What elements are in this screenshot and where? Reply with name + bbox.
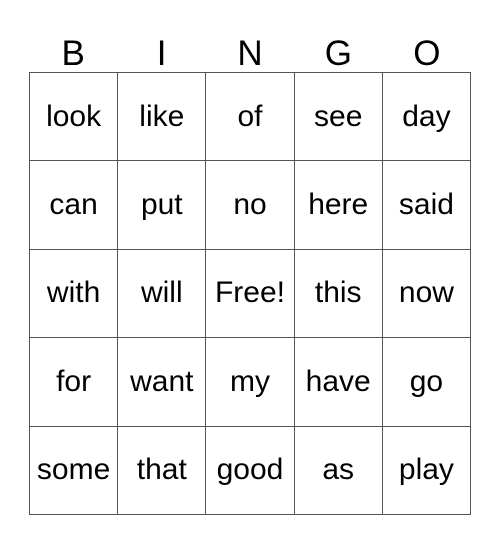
bingo-cell-label: as (322, 453, 355, 487)
bingo-header-letter-i: I (117, 24, 205, 72)
bingo-cell[interactable]: some (30, 426, 119, 515)
bingo-cell-label: my (230, 364, 270, 398)
bingo-cell[interactable]: like (118, 73, 207, 162)
bingo-cell[interactable]: my (206, 338, 295, 427)
bingo-cell-label: want (130, 364, 194, 398)
bingo-cell-label: like (139, 99, 185, 133)
bingo-cell[interactable]: have (294, 338, 383, 427)
bingo-cell[interactable]: here (294, 161, 383, 250)
bingo-cell[interactable]: of (206, 73, 295, 162)
bingo-cell[interactable]: good (206, 426, 295, 515)
bingo-row: with will Free! this now (30, 249, 472, 339)
bingo-cell[interactable]: put (118, 161, 207, 250)
bingo-cell-label: said (398, 188, 454, 222)
bingo-cell[interactable]: will (118, 249, 207, 339)
bingo-cell-label: will (140, 276, 183, 310)
bingo-cell[interactable]: now (382, 249, 472, 339)
bingo-cell[interactable]: for (30, 338, 119, 427)
bingo-cell-label: some (36, 453, 111, 487)
bingo-card: B I N G O look like of see day can put n… (29, 24, 472, 515)
bingo-header-letter-o: O (383, 24, 471, 72)
bingo-cell-label: of (237, 99, 263, 133)
bingo-cell-label: see (314, 99, 363, 133)
bingo-header-label: O (413, 34, 441, 73)
bingo-cell-label: put (140, 188, 183, 222)
bingo-cell[interactable]: see (294, 73, 383, 162)
bingo-header-label: B (61, 34, 85, 73)
bingo-cell[interactable]: this (294, 249, 383, 339)
bingo-header-label: I (156, 34, 167, 73)
bingo-cell-label: look (46, 99, 102, 133)
bingo-cell[interactable]: can (30, 161, 119, 250)
bingo-cell[interactable]: that (118, 426, 207, 515)
bingo-cell-free-space[interactable]: Free! (206, 249, 295, 339)
bingo-cell-label: day (402, 99, 451, 133)
bingo-header-letter-n: N (206, 24, 294, 72)
bingo-cell-label: with (46, 276, 101, 310)
bingo-header-row: B I N G O (29, 24, 471, 72)
bingo-cell[interactable]: as (294, 426, 383, 515)
bingo-header-label: N (237, 34, 263, 73)
bingo-grid: look like of see day can put no here sai… (29, 72, 472, 515)
bingo-cell-label: play (398, 453, 454, 487)
bingo-row: look like of see day (30, 73, 472, 162)
bingo-row: some that good as play (30, 426, 472, 515)
bingo-cell[interactable]: with (30, 249, 119, 339)
bingo-cell-label: go (409, 364, 444, 398)
bingo-cell-label: for (56, 364, 92, 398)
bingo-cell[interactable]: day (382, 73, 472, 162)
bingo-cell-label: have (305, 364, 371, 398)
bingo-cell-label: here (308, 188, 369, 222)
bingo-header-letter-b: B (29, 24, 117, 72)
bingo-cell[interactable]: said (382, 161, 472, 250)
bingo-row: can put no here said (30, 161, 472, 250)
bingo-row: for want my have go (30, 338, 472, 427)
bingo-cell-label: this (314, 276, 362, 310)
bingo-free-space-label: Free! (214, 276, 286, 310)
bingo-cell[interactable]: want (118, 338, 207, 427)
bingo-cell-label: good (216, 453, 284, 487)
bingo-cell[interactable]: play (382, 426, 472, 515)
bingo-cell[interactable]: look (30, 73, 119, 162)
bingo-header-letter-g: G (294, 24, 382, 72)
bingo-cell-label: now (398, 276, 454, 310)
bingo-cell-label: can (49, 188, 98, 222)
bingo-cell-label: that (136, 453, 187, 487)
bingo-cell-label: no (233, 188, 267, 222)
bingo-header-label: G (324, 34, 353, 73)
bingo-cell[interactable]: no (206, 161, 295, 250)
bingo-cell[interactable]: go (382, 338, 472, 427)
